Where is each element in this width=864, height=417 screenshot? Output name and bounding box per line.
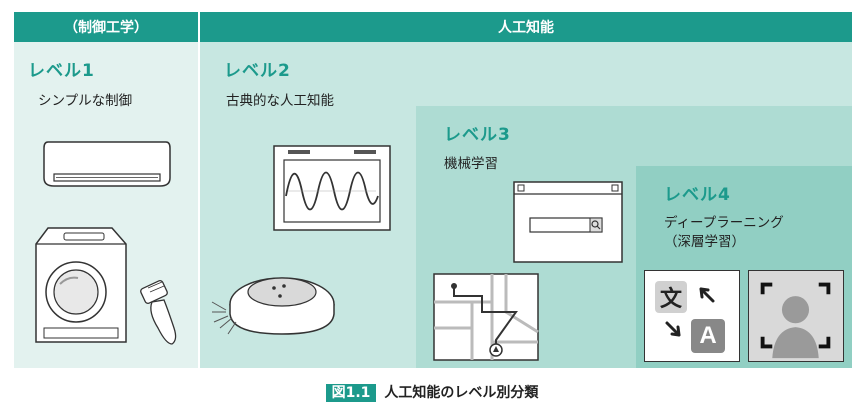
swap-arrows-icon (665, 287, 715, 337)
search-window-icon (513, 181, 623, 263)
level-2-desc: 古典的な人工知能 (226, 93, 334, 109)
level-4-title: レベル4 (664, 185, 731, 205)
level-3-title: レベル3 (444, 125, 511, 145)
air-conditioner-icon (43, 141, 171, 187)
robot-vacuum-icon (211, 277, 335, 335)
face-recognition-icon (748, 270, 844, 362)
figure-caption: 図1.1 人工知能のレベル別分類 (0, 382, 864, 402)
header-artificial-intelligence: 人工知能 (200, 12, 852, 42)
figure-number-badge: 図1.1 (325, 384, 377, 402)
figure-caption-text: 人工知能のレベル別分類 (384, 385, 539, 401)
level-2-title: レベル2 (224, 61, 291, 81)
level-4-desc-line2: （深層学習） (664, 234, 745, 250)
map-route-icon (433, 273, 539, 361)
level-4-desc: ディープラーニング （深層学習） (664, 214, 784, 252)
shaver-icon (140, 280, 177, 345)
header-control-engineering: （制御工学） (14, 12, 198, 42)
washing-machine-icon (35, 227, 127, 343)
level-3-desc: 機械学習 (444, 156, 498, 172)
level-1-title: レベル1 (28, 61, 95, 81)
level-4-desc-line1: ディープラーニング (664, 215, 784, 231)
oscilloscope-icon (273, 145, 391, 231)
translation-icon: 文 A (644, 270, 740, 362)
level-1-desc: シンプルな制御 (38, 93, 133, 109)
